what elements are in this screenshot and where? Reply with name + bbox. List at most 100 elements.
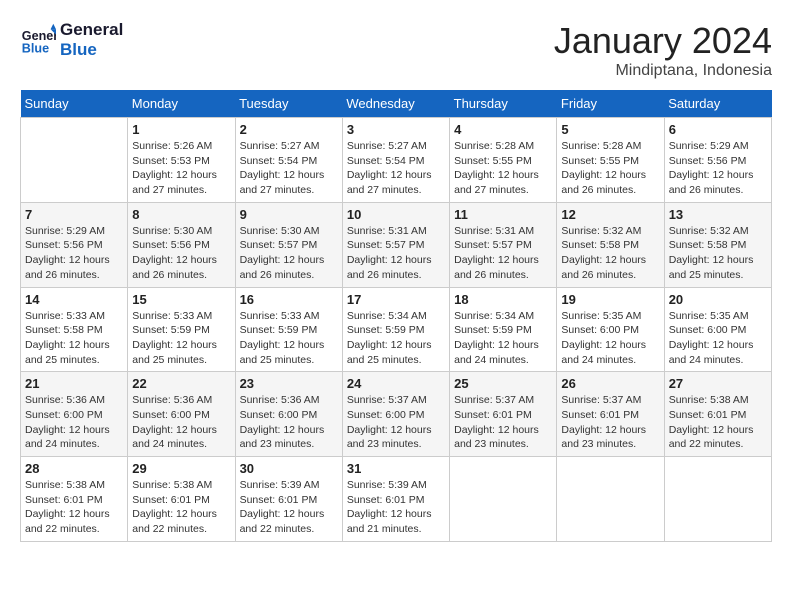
- calendar-cell: 8 Sunrise: 5:30 AMSunset: 5:56 PMDaylight…: [128, 202, 235, 287]
- week-row-4: 21 Sunrise: 5:36 AMSunset: 6:00 PMDayligh…: [21, 372, 772, 457]
- day-number: 21: [25, 376, 123, 391]
- day-info: Sunrise: 5:37 AMSunset: 6:00 PMDaylight:…: [347, 393, 445, 452]
- calendar-cell: [21, 118, 128, 203]
- calendar-cell: 10Sunrise: 5:31 AMSunset: 5:57 PMDayligh…: [342, 202, 449, 287]
- day-header-monday: Monday: [128, 90, 235, 118]
- day-number: 31: [347, 461, 445, 476]
- day-header-sunday: Sunday: [21, 90, 128, 118]
- day-number: 4: [454, 122, 552, 137]
- calendar-cell: 28 Sunrise: 5:38 AMSunset: 6:01 PMDayligh…: [21, 457, 128, 542]
- day-number: 19: [561, 292, 659, 307]
- month-title: January 2024: [554, 20, 772, 62]
- day-info: Sunrise: 5:39 AMSunset: 6:01 PMDaylight:…: [240, 478, 338, 537]
- day-number: 13: [669, 207, 767, 222]
- day-header-saturday: Saturday: [664, 90, 771, 118]
- day-header-thursday: Thursday: [450, 90, 557, 118]
- calendar-cell: 30 Sunrise: 5:39 AMSunset: 6:01 PMDayligh…: [235, 457, 342, 542]
- day-info: Sunrise: 5:34 AMSunset: 5:59 PMDaylight:…: [347, 309, 445, 368]
- day-number: 30: [240, 461, 338, 476]
- svg-text:Blue: Blue: [22, 42, 49, 56]
- logo: General Blue General Blue: [20, 20, 123, 61]
- calendar-cell: 3 Sunrise: 5:27 AMSunset: 5:54 PMDaylight…: [342, 118, 449, 203]
- day-info: Sunrise: 5:37 AMSunset: 6:01 PMDaylight:…: [454, 393, 552, 452]
- logo-blue: Blue: [60, 40, 123, 60]
- calendar-cell: 2 Sunrise: 5:27 AMSunset: 5:54 PMDaylight…: [235, 118, 342, 203]
- calendar-cell: [557, 457, 664, 542]
- day-number: 7: [25, 207, 123, 222]
- calendar-cell: 21 Sunrise: 5:36 AMSunset: 6:00 PMDayligh…: [21, 372, 128, 457]
- day-info: Sunrise: 5:38 AMSunset: 6:01 PMDaylight:…: [132, 478, 230, 537]
- calendar-cell: 6Sunrise: 5:29 AMSunset: 5:56 PMDaylight…: [664, 118, 771, 203]
- calendar-cell: 15Sunrise: 5:33 AMSunset: 5:59 PMDayligh…: [128, 287, 235, 372]
- calendar-cell: 25 Sunrise: 5:37 AMSunset: 6:01 PMDayligh…: [450, 372, 557, 457]
- calendar-table: SundayMondayTuesdayWednesdayThursdayFrid…: [20, 90, 772, 542]
- calendar-cell: 22 Sunrise: 5:36 AMSunset: 6:00 PMDayligh…: [128, 372, 235, 457]
- day-number: 3: [347, 122, 445, 137]
- calendar-cell: 13 Sunrise: 5:32 AMSunset: 5:58 PMDayligh…: [664, 202, 771, 287]
- day-number: 18: [454, 292, 552, 307]
- calendar-cell: 17 Sunrise: 5:34 AMSunset: 5:59 PMDayligh…: [342, 287, 449, 372]
- calendar-cell: 23 Sunrise: 5:36 AMSunset: 6:00 PMDayligh…: [235, 372, 342, 457]
- day-info: Sunrise: 5:39 AMSunset: 6:01 PMDaylight:…: [347, 478, 445, 537]
- day-header-friday: Friday: [557, 90, 664, 118]
- day-info: Sunrise: 5:31 AMSunset: 5:57 PMDaylight:…: [454, 224, 552, 283]
- day-info: Sunrise: 5:33 AMSunset: 5:59 PMDaylight:…: [240, 309, 338, 368]
- day-header-tuesday: Tuesday: [235, 90, 342, 118]
- day-number: 27: [669, 376, 767, 391]
- calendar-cell: 9Sunrise: 5:30 AMSunset: 5:57 PMDaylight…: [235, 202, 342, 287]
- day-number: 23: [240, 376, 338, 391]
- calendar-cell: 24 Sunrise: 5:37 AMSunset: 6:00 PMDayligh…: [342, 372, 449, 457]
- day-number: 22: [132, 376, 230, 391]
- day-info: Sunrise: 5:38 AMSunset: 6:01 PMDaylight:…: [669, 393, 767, 452]
- day-number: 17: [347, 292, 445, 307]
- day-number: 5: [561, 122, 659, 137]
- calendar-cell: 20 Sunrise: 5:35 AMSunset: 6:00 PMDayligh…: [664, 287, 771, 372]
- day-number: 1: [132, 122, 230, 137]
- day-info: Sunrise: 5:36 AMSunset: 6:00 PMDaylight:…: [240, 393, 338, 452]
- day-number: 12: [561, 207, 659, 222]
- location-title: Mindiptana, Indonesia: [554, 62, 772, 80]
- calendar-cell: 19 Sunrise: 5:35 AMSunset: 6:00 PMDayligh…: [557, 287, 664, 372]
- day-info: Sunrise: 5:34 AMSunset: 5:59 PMDaylight:…: [454, 309, 552, 368]
- calendar-cell: 16 Sunrise: 5:33 AMSunset: 5:59 PMDayligh…: [235, 287, 342, 372]
- day-info: Sunrise: 5:32 AMSunset: 5:58 PMDaylight:…: [669, 224, 767, 283]
- day-info: Sunrise: 5:28 AMSunset: 5:55 PMDaylight:…: [454, 139, 552, 198]
- day-number: 2: [240, 122, 338, 137]
- calendar-cell: 26Sunrise: 5:37 AMSunset: 6:01 PMDayligh…: [557, 372, 664, 457]
- day-info: Sunrise: 5:32 AMSunset: 5:58 PMDaylight:…: [561, 224, 659, 283]
- day-number: 24: [347, 376, 445, 391]
- day-header-wednesday: Wednesday: [342, 90, 449, 118]
- calendar-cell: 18 Sunrise: 5:34 AMSunset: 5:59 PMDayligh…: [450, 287, 557, 372]
- day-info: Sunrise: 5:35 AMSunset: 6:00 PMDaylight:…: [669, 309, 767, 368]
- calendar-cell: 7Sunrise: 5:29 AMSunset: 5:56 PMDaylight…: [21, 202, 128, 287]
- calendar-cell: [664, 457, 771, 542]
- day-info: Sunrise: 5:26 AMSunset: 5:53 PMDaylight:…: [132, 139, 230, 198]
- day-info: Sunrise: 5:33 AMSunset: 5:59 PMDaylight:…: [132, 309, 230, 368]
- day-info: Sunrise: 5:33 AMSunset: 5:58 PMDaylight:…: [25, 309, 123, 368]
- week-row-5: 28 Sunrise: 5:38 AMSunset: 6:01 PMDayligh…: [21, 457, 772, 542]
- day-number: 16: [240, 292, 338, 307]
- calendar-cell: 11Sunrise: 5:31 AMSunset: 5:57 PMDayligh…: [450, 202, 557, 287]
- day-info: Sunrise: 5:27 AMSunset: 5:54 PMDaylight:…: [240, 139, 338, 198]
- page-header: General Blue General Blue January 2024 M…: [20, 20, 772, 80]
- day-info: Sunrise: 5:35 AMSunset: 6:00 PMDaylight:…: [561, 309, 659, 368]
- day-number: 6: [669, 122, 767, 137]
- calendar-cell: 12 Sunrise: 5:32 AMSunset: 5:58 PMDayligh…: [557, 202, 664, 287]
- day-info: Sunrise: 5:38 AMSunset: 6:01 PMDaylight:…: [25, 478, 123, 537]
- week-row-3: 14 Sunrise: 5:33 AMSunset: 5:58 PMDayligh…: [21, 287, 772, 372]
- day-number: 26: [561, 376, 659, 391]
- day-info: Sunrise: 5:36 AMSunset: 6:00 PMDaylight:…: [132, 393, 230, 452]
- day-number: 8: [132, 207, 230, 222]
- day-info: Sunrise: 5:30 AMSunset: 5:56 PMDaylight:…: [132, 224, 230, 283]
- day-info: Sunrise: 5:27 AMSunset: 5:54 PMDaylight:…: [347, 139, 445, 198]
- calendar-cell: 1 Sunrise: 5:26 AMSunset: 5:53 PMDaylight…: [128, 118, 235, 203]
- header-row: SundayMondayTuesdayWednesdayThursdayFrid…: [21, 90, 772, 118]
- day-number: 28: [25, 461, 123, 476]
- day-info: Sunrise: 5:36 AMSunset: 6:00 PMDaylight:…: [25, 393, 123, 452]
- day-number: 20: [669, 292, 767, 307]
- day-number: 25: [454, 376, 552, 391]
- day-info: Sunrise: 5:28 AMSunset: 5:55 PMDaylight:…: [561, 139, 659, 198]
- day-info: Sunrise: 5:30 AMSunset: 5:57 PMDaylight:…: [240, 224, 338, 283]
- calendar-cell: 27 Sunrise: 5:38 AMSunset: 6:01 PMDayligh…: [664, 372, 771, 457]
- day-number: 14: [25, 292, 123, 307]
